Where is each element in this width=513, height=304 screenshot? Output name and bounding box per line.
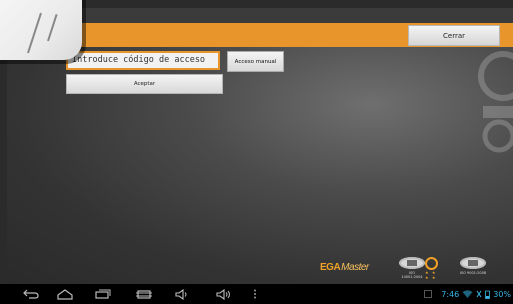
notification-icon bbox=[424, 290, 433, 298]
quality-mark: ★ ★ ★ ★ bbox=[425, 257, 440, 280]
tuv-seal-icon-2 bbox=[460, 257, 486, 269]
recent-apps-icon[interactable] bbox=[94, 287, 112, 301]
background-tool-graphic bbox=[478, 51, 513, 153]
status-area: 7:46 30% bbox=[424, 288, 511, 300]
page-curl bbox=[0, 0, 82, 60]
quality-stars: ★ ★ ★ ★ bbox=[425, 270, 437, 280]
iso-9001-label: ISO 9001:2008 bbox=[459, 271, 487, 275]
android-navigation-bar: 7:46 30% bbox=[0, 284, 513, 304]
quality-q-icon bbox=[425, 257, 438, 270]
signal-x-icon bbox=[476, 290, 482, 298]
battery-icon bbox=[485, 290, 491, 299]
brand-logos: EGAMaster ISO 14001:2004 ★ ★ ★ ★ ISO 900… bbox=[320, 257, 510, 281]
tuv-seal-icon bbox=[399, 257, 425, 269]
tuv-certificate-badge-2: ISO 9001:2008 bbox=[459, 257, 487, 275]
volume-down-icon[interactable] bbox=[174, 287, 192, 301]
access-code-input[interactable]: Introduce código de acceso bbox=[66, 51, 220, 70]
brand-name-block: EGA bbox=[320, 262, 341, 273]
volume-up-icon[interactable] bbox=[215, 287, 233, 301]
back-icon[interactable] bbox=[22, 287, 40, 301]
iso-14001-label: ISO 14001:2004 bbox=[401, 271, 423, 279]
menu-dots-icon[interactable] bbox=[250, 287, 260, 301]
tuv-certificate-badge: ISO 14001:2004 bbox=[398, 257, 426, 279]
page-curl-line-2 bbox=[47, 14, 58, 42]
clock-time: 7:46 bbox=[441, 289, 460, 299]
accept-button[interactable]: Aceptar bbox=[66, 74, 223, 94]
home-icon[interactable] bbox=[56, 287, 74, 301]
screenshot-icon[interactable] bbox=[135, 287, 153, 301]
brand-logo: EGAMaster bbox=[320, 262, 369, 273]
manual-access-button[interactable]: Acceso manual bbox=[227, 51, 284, 72]
battery-percent: 30% bbox=[493, 289, 511, 299]
brand-name-script: Master bbox=[341, 262, 369, 273]
page-curl-line bbox=[27, 12, 42, 54]
wifi-icon bbox=[462, 289, 473, 298]
